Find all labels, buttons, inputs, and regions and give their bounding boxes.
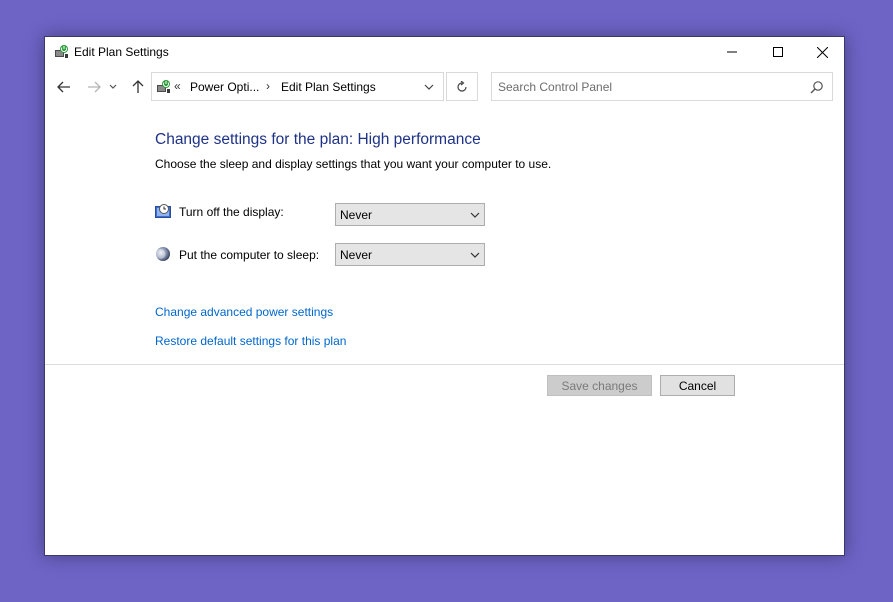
cancel-button[interactable]: Cancel [660, 375, 735, 396]
chevron-down-icon [470, 252, 480, 258]
display-timeout-select[interactable]: Never [335, 203, 485, 226]
restore-defaults-link[interactable]: Restore default settings for this plan [155, 334, 346, 348]
search-box[interactable] [491, 72, 833, 101]
sleep-timeout-label: Put the computer to sleep: [179, 248, 320, 262]
title-bar: Edit Plan Settings [45, 37, 844, 67]
minimize-icon [727, 51, 737, 53]
search-input[interactable] [498, 78, 798, 95]
forward-button[interactable] [83, 77, 105, 97]
minimize-button[interactable] [709, 37, 755, 67]
breadcrumb-power-options[interactable]: Power Opti... [190, 80, 259, 94]
display-timer-icon [155, 204, 172, 220]
sleep-moon-icon [155, 246, 172, 262]
display-timeout-value: Never [340, 208, 373, 222]
power-plan-icon [53, 44, 69, 60]
refresh-icon [457, 80, 467, 92]
chevron-down-icon [109, 84, 117, 89]
window-title: Edit Plan Settings [74, 45, 169, 59]
address-dropdown-button[interactable] [422, 80, 436, 94]
sleep-timeout-value: Never [340, 248, 373, 262]
chevron-down-icon [424, 84, 434, 90]
refresh-button[interactable] [446, 72, 478, 101]
recent-locations-button[interactable] [107, 77, 119, 97]
up-arrow-icon [132, 80, 144, 93]
footer-divider [45, 364, 844, 365]
sleep-timeout-select[interactable]: Never [335, 243, 485, 266]
back-arrow-icon [57, 81, 70, 93]
power-plan-icon [155, 79, 171, 95]
address-bar[interactable]: « Power Opti... › Edit Plan Settings [151, 72, 444, 101]
chevron-down-icon [470, 212, 480, 218]
page-description: Choose the sleep and display settings th… [155, 157, 552, 171]
forward-arrow-icon [88, 81, 101, 93]
maximize-button[interactable] [755, 37, 801, 67]
navigation-bar: « Power Opti... › Edit Plan Settings [45, 71, 844, 103]
edit-plan-settings-window: Edit Plan Settings « Power Opti... › Edi… [44, 36, 845, 556]
search-icon[interactable] [810, 80, 824, 94]
breadcrumb-edit-plan-settings[interactable]: Edit Plan Settings [281, 80, 376, 94]
close-button[interactable] [799, 37, 845, 67]
back-button[interactable] [53, 77, 75, 97]
breadcrumb-separator-icon[interactable]: › [266, 79, 270, 93]
up-button[interactable] [127, 77, 149, 97]
close-icon [816, 46, 828, 58]
maximize-icon [773, 47, 783, 57]
page-title: Change settings for the plan: High perfo… [155, 131, 481, 148]
advanced-power-settings-link[interactable]: Change advanced power settings [155, 305, 333, 319]
save-changes-button[interactable]: Save changes [547, 375, 652, 396]
hidden-crumbs-chevron[interactable]: « [174, 79, 181, 93]
display-timeout-label: Turn off the display: [179, 205, 284, 219]
